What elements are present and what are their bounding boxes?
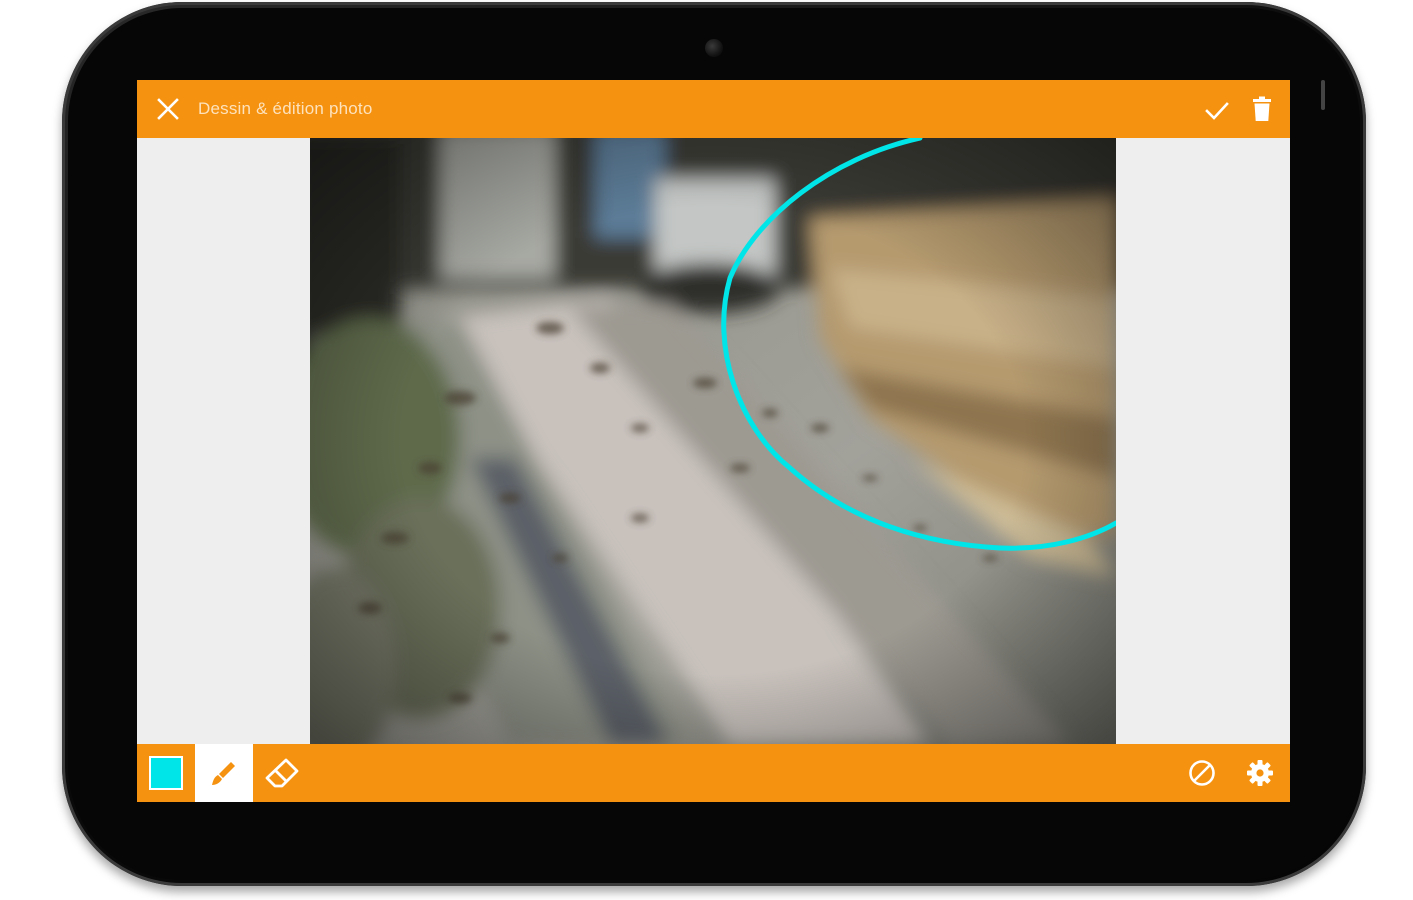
settings-button[interactable] bbox=[1245, 758, 1275, 788]
gear-icon bbox=[1247, 760, 1273, 786]
color-swatch bbox=[149, 756, 183, 790]
top-app-bar: Dessin & édition photo bbox=[137, 80, 1290, 138]
delete-button[interactable] bbox=[1249, 95, 1275, 123]
confirm-button[interactable] bbox=[1203, 96, 1231, 124]
close-icon bbox=[157, 98, 179, 120]
front-camera bbox=[705, 39, 723, 57]
eraser-icon bbox=[265, 758, 299, 788]
eraser-tool-button[interactable] bbox=[253, 744, 311, 802]
close-button[interactable] bbox=[155, 96, 181, 122]
brush-icon bbox=[212, 762, 235, 785]
clear-icon bbox=[1189, 760, 1215, 786]
app-screen: Dessin & édition photo bbox=[137, 80, 1290, 802]
brush-tool-button[interactable] bbox=[195, 744, 253, 802]
trash-icon bbox=[1253, 96, 1271, 121]
tablet-side-button bbox=[1321, 80, 1325, 110]
check-icon bbox=[1205, 102, 1229, 120]
canvas-area bbox=[137, 138, 1290, 744]
bottom-toolbar bbox=[137, 744, 1290, 802]
blurred-photo bbox=[310, 138, 1116, 744]
photo-drawing-canvas[interactable] bbox=[310, 138, 1116, 744]
app-title: Dessin & édition photo bbox=[198, 99, 373, 118]
clear-drawing-button[interactable] bbox=[1187, 758, 1217, 788]
color-picker-button[interactable] bbox=[137, 744, 195, 802]
